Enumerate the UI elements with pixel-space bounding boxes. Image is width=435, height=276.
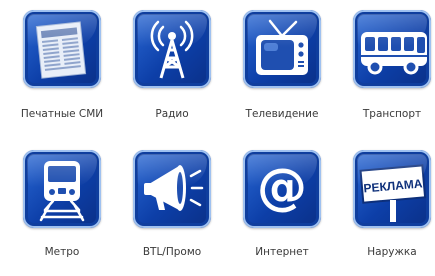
at-sign-icon: @ (257, 158, 307, 216)
media-tile-print[interactable] (23, 10, 101, 88)
media-tile-tv[interactable] (243, 10, 321, 88)
media-tile-transport[interactable] (353, 10, 431, 88)
svg-text:@: @ (257, 158, 307, 216)
media-label-metro: Метро (44, 246, 80, 258)
megaphone-icon (144, 165, 204, 211)
media-label-btl-promo: BTL/Промо (142, 246, 202, 258)
media-tile-metro[interactable] (23, 150, 101, 228)
bus-icon (361, 32, 427, 75)
media-tile-internet[interactable]: @ (243, 150, 321, 228)
tv-icon (256, 19, 308, 75)
media-tile-outdoor[interactable]: РЕКЛАМА (353, 150, 431, 228)
newspaper-icon (35, 21, 87, 79)
metro-train-icon (39, 161, 85, 222)
billboard-icon: РЕКЛАМА (359, 164, 427, 222)
media-label-transport: Транспорт (362, 108, 422, 120)
media-label-print: Печатные СМИ (20, 108, 104, 120)
media-tile-btl-promo[interactable] (133, 150, 211, 228)
radio-tower-icon (150, 20, 194, 79)
media-label-radio: Радио (155, 108, 189, 120)
media-label-tv: Телевидение (245, 108, 319, 120)
media-label-internet: Интернет (255, 246, 309, 258)
media-tile-radio[interactable] (133, 10, 211, 88)
media-label-outdoor: Наружка (367, 246, 417, 258)
